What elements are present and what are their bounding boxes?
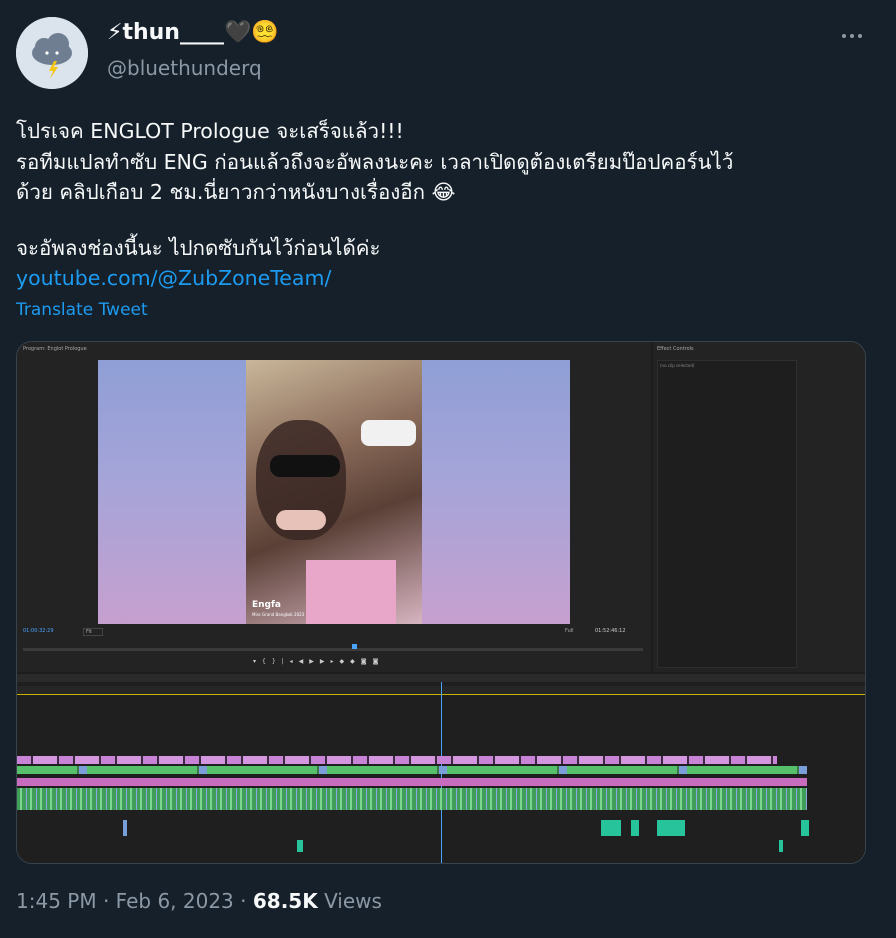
display-name[interactable]: ⚡thun____🖤😵‍💫	[107, 20, 279, 45]
thunder-cloud-avatar-icon	[16, 17, 88, 89]
tweet-line: โปรเจค ENGLOT Prologue จะเสร็จแล้ว!!!	[16, 119, 404, 143]
effect-controls-panel: Effect Controls (no clip selected)	[653, 342, 865, 672]
audio-clip[interactable]	[123, 820, 127, 836]
audio-clip[interactable]	[297, 840, 303, 852]
avatar[interactable]	[16, 17, 88, 89]
user-handle[interactable]: @bluethunderq	[107, 56, 262, 80]
views-label: Views	[324, 889, 382, 913]
audio-clip[interactable]	[801, 820, 809, 836]
meta-separator: ·	[102, 889, 110, 913]
audio-clip[interactable]	[657, 820, 685, 836]
resolution-dropdown[interactable]: Full	[565, 628, 574, 634]
tweet-media-image[interactable]: Program: Englot Prologue Engfa Miss Gran…	[16, 341, 866, 864]
effect-controls-title: Effect Controls	[657, 346, 694, 352]
adjustment-track[interactable]	[17, 778, 807, 786]
watermark-subtitle: Miss Grand Bangkok 2023	[252, 612, 305, 617]
audio-clip[interactable]	[601, 820, 621, 836]
tweet-line: รอทีมแปลทำซับ ENG ก่อนแล้วถึงจะอัพลงนะคะ…	[16, 149, 734, 174]
display-name-row[interactable]: ⚡thun____🖤😵‍💫	[107, 20, 279, 45]
current-timecode[interactable]: 01:00:32:29	[23, 628, 54, 634]
fit-dropdown[interactable]: Fit	[83, 628, 103, 636]
no-clip-selected: (no clip selected)	[660, 363, 695, 368]
watermark-title: Engfa	[252, 600, 281, 610]
video-photo: Engfa Miss Grand Bangkok 2023	[246, 360, 422, 624]
video-track[interactable]	[17, 756, 777, 764]
playhead-marker[interactable]	[352, 644, 357, 649]
end-timecode: 01:52:46:12	[595, 628, 626, 634]
tweet-line: ด้วย คลิปเกือบ 2 ชม.นี่ยาวกว่าหนังบางเรื…	[16, 180, 456, 204]
tweet-time[interactable]: 1:45 PM	[16, 889, 97, 913]
dot-icon	[842, 34, 846, 38]
video-frame: Engfa Miss Grand Bangkok 2023	[98, 360, 570, 624]
video-track-2[interactable]	[17, 766, 807, 774]
tweet-line: จะอัพลงช่องนี้นะ ไปกดซับกันไว้ก่อนได้ค่ะ	[16, 235, 381, 260]
tweet-text: โปรเจค ENGLOT Prologue จะเสร็จแล้ว!!! รอ…	[16, 116, 880, 294]
dot-icon	[858, 34, 862, 38]
views-count: 68.5K	[252, 889, 318, 913]
audio-track[interactable]	[17, 788, 807, 810]
tweet-meta: 1:45 PM · Feb 6, 2023 · 68.5K Views	[16, 889, 382, 913]
program-monitor-title: Program: Englot Prologue	[23, 346, 87, 352]
audio-clip[interactable]	[631, 820, 639, 836]
transport-controls[interactable]: ▾{}|◂◀▶▶▸◆◆◙◙	[253, 658, 384, 665]
meta-separator: ·	[240, 889, 247, 913]
tweet-spacer	[16, 208, 880, 233]
translate-tweet-link[interactable]: Translate Tweet	[16, 300, 148, 320]
scrub-bar[interactable]	[23, 648, 643, 651]
audio-clip[interactable]	[779, 840, 783, 852]
tweet-link[interactable]: youtube.com/@ZubZoneTeam/	[16, 263, 880, 294]
dot-icon	[850, 34, 854, 38]
timeline-panel[interactable]	[17, 674, 865, 863]
program-monitor: Program: Englot Prologue Engfa Miss Gran…	[17, 342, 651, 672]
tweet-date[interactable]: Feb 6, 2023	[116, 889, 234, 913]
more-options-button[interactable]	[830, 18, 874, 54]
